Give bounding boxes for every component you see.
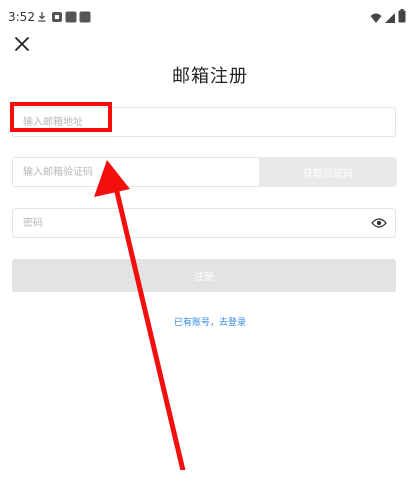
signal-icon xyxy=(385,13,395,23)
email-register-screen: 3:52 邮箱注册 获取验证码 xyxy=(0,0,420,500)
register-button[interactable]: 注册 xyxy=(12,259,396,292)
verification-code-row: 获取验证码 xyxy=(12,157,397,187)
password-input[interactable] xyxy=(13,209,353,237)
status-time: 3:52 xyxy=(8,10,35,24)
notification-app-icon xyxy=(65,11,77,23)
verification-code-input[interactable] xyxy=(13,158,259,186)
password-field-container xyxy=(12,208,396,238)
battery-icon xyxy=(398,9,406,23)
get-code-button[interactable]: 获取验证码 xyxy=(259,157,397,187)
notification-app-icon-2 xyxy=(79,11,91,23)
annotation-highlight-box xyxy=(10,102,112,132)
login-link[interactable]: 已有账号，去登录 xyxy=(0,315,420,328)
page-title: 邮箱注册 xyxy=(172,66,248,87)
close-icon[interactable] xyxy=(12,34,32,54)
download-icon xyxy=(38,12,46,22)
wifi-icon xyxy=(370,13,382,23)
navigation-area xyxy=(0,470,420,500)
eye-icon[interactable] xyxy=(371,217,387,229)
status-bar: 3:52 xyxy=(0,0,420,34)
notification-square-icon xyxy=(52,12,62,22)
